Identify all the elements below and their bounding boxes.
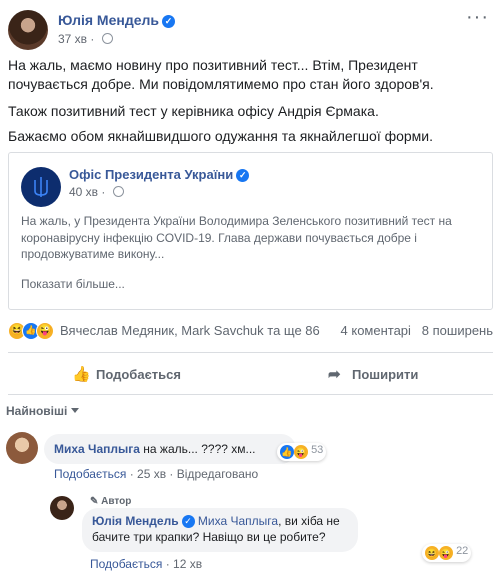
reply-meta: Подобається · 12 хв [90,557,203,571]
comment-time[interactable]: 25 хв [137,467,166,481]
sort-label: Найновіші [6,404,68,418]
comments-count[interactable]: 4 коментарі [341,323,411,338]
haha-icon: 😆 [425,546,439,560]
reply-like-link[interactable]: Подобається [90,557,162,571]
reply-reactions[interactable]: 😆 😜 22 [422,544,472,562]
post-paragraph-3: Бажаємо обом якнайшвидшого одужання та я… [8,128,434,144]
shared-meta: 40 хв · [69,185,124,199]
globe-icon [101,33,113,44]
comment-sort-dropdown[interactable]: Найновіші [6,404,80,418]
reaction-names[interactable]: Вячеслав Медяник, Mark Savchuk та ще 86 [60,323,320,338]
like-icon: 👍 [280,445,294,459]
comment-text: на жаль... ???? хм... [143,442,256,456]
post-paragraph-2: Також позитивний тест у керівника офісу … [8,103,379,119]
reply-bubble: Юлія Мендель ✓ Миха Чаплыга, ви хіба не б… [82,508,358,552]
share-icon: ➦ [328,366,341,383]
reaction-count: 53 [311,444,324,456]
facebook-post: Юлія Мендель ✓ 37 хв · ··· На жаль, маємо… [0,0,501,582]
shared-author[interactable]: Офіс Президента України ✓ [69,167,250,182]
verified-icon: ✓ [236,169,250,182]
reply-avatar[interactable] [50,496,74,520]
reply-time[interactable]: 12 хв [173,557,202,571]
chevron-down-icon [71,408,80,417]
divider [8,394,493,395]
divider [8,352,493,353]
author-tag-label: Автор [101,496,132,507]
post-author[interactable]: Юлія Мендель ✓ [58,12,176,28]
shared-time[interactable]: 40 хв [69,185,98,199]
verified-icon: ✓ [181,515,195,528]
reaction-stats: 4 коментарі 8 поширень [341,323,493,338]
tongue-icon: 😜 [294,445,308,459]
commenter-avatar[interactable] [6,432,38,464]
post-meta: 37 хв · [58,32,113,46]
shared-text: На жаль, у Президента України Володимира… [21,214,452,261]
post-time[interactable]: 37 хв [58,32,87,46]
shared-post-card[interactable]: Офіс Президента України ✓ 40 хв · На жаль… [8,152,493,310]
shares-count[interactable]: 8 поширень [422,323,493,338]
globe-icon [112,186,124,197]
reaction-count: 22 [456,545,469,557]
comment-like-link[interactable]: Подобається [54,467,126,481]
author-tag: ✎ Автор [90,496,131,507]
verified-icon: ✓ [162,15,176,28]
reply-author-name[interactable]: Юлія Мендель [92,514,179,528]
author-avatar[interactable] [8,10,48,50]
post-author-name[interactable]: Юлія Мендель [58,12,159,28]
reply-mention[interactable]: Миха Чаплыга [198,514,278,528]
comment-reactions[interactable]: 👍 😜 53 [277,443,327,461]
commenter-name[interactable]: Миха Чаплыга [54,442,140,456]
like-button[interactable]: 👍 Подобається [72,365,181,383]
comment-meta: Подобається · 25 хв · Відредаговано [54,467,259,481]
comment-bubble: Миха Чаплыга на жаль... ???? хм... [44,434,296,464]
trident-icon[interactable] [21,167,61,207]
tongue-icon: 😜 [439,546,453,560]
like-icon: 👍 [72,366,91,383]
reactions-bar: 😆 👍 😜 Вячеслав Медяник, Mark Savchuk та … [8,322,493,340]
post-paragraph-1: На жаль, маємо новину про позитивний тес… [8,57,434,92]
share-button[interactable]: ➦ Поширити [328,365,418,383]
pen-icon: ✎ [90,496,99,507]
tongue-icon[interactable]: 😜 [36,322,54,340]
see-more-link[interactable]: Показати більше... [21,277,125,291]
more-icon[interactable]: ··· [466,6,489,29]
like-label: Подобається [96,367,181,382]
comment-edited-label[interactable]: Відредаговано [177,467,258,481]
shared-author-name[interactable]: Офіс Президента України [69,167,233,182]
share-label: Поширити [352,367,419,382]
